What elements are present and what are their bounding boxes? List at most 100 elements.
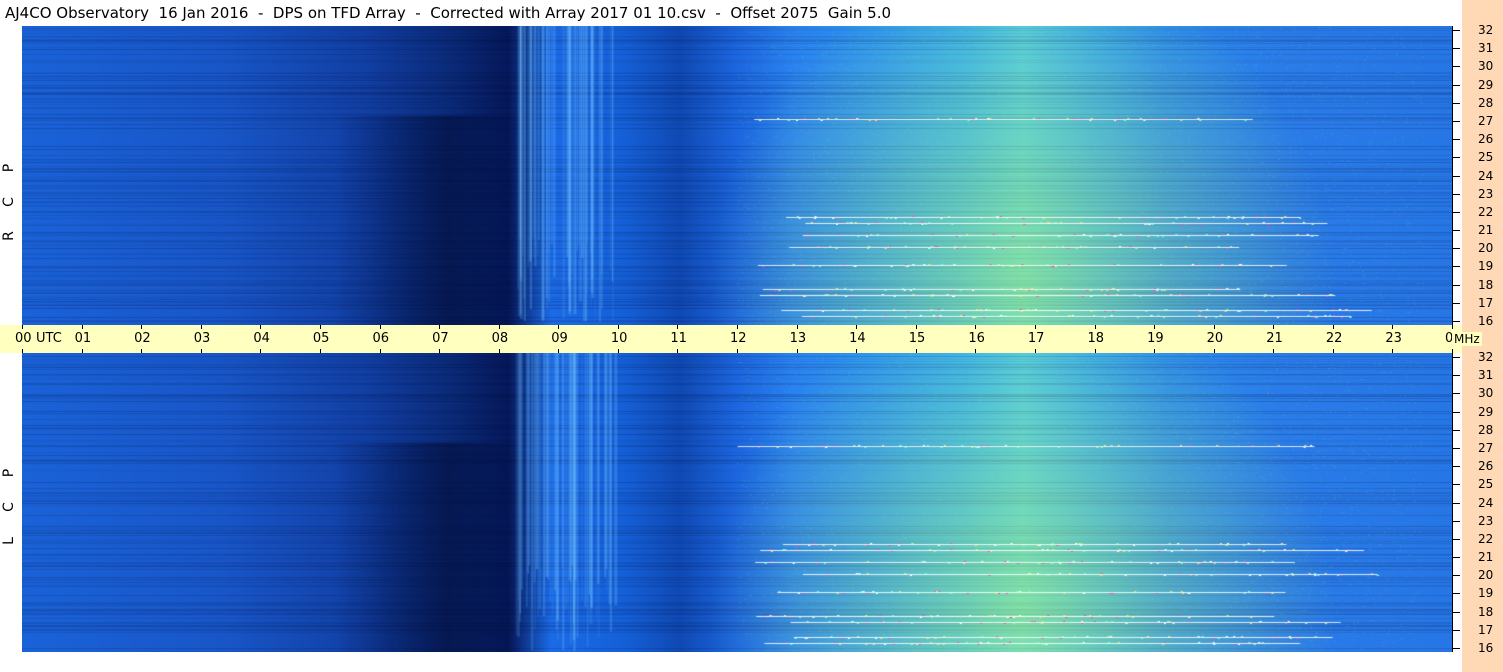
time-tick-mark: [796, 325, 798, 329]
time-tick-mark: [915, 325, 917, 329]
rcp-letter-r: R: [1, 231, 17, 241]
time-tick-label: 10: [610, 331, 628, 346]
freq-tick-label: 24: [1478, 168, 1494, 183]
freq-tick-mark: [1452, 193, 1460, 195]
lcp-label-strip: P C L: [0, 353, 22, 652]
freq-tick-label: 28: [1478, 95, 1494, 110]
freq-tick-mark: [1452, 629, 1460, 631]
freq-tick-label: 28: [1478, 422, 1494, 437]
time-tick-mark: [617, 325, 619, 329]
time-tick-mark: [22, 325, 23, 329]
time-tick-label: 15: [908, 331, 926, 346]
time-tick-mark: [260, 325, 262, 329]
freq-tick-label: 23: [1478, 186, 1494, 201]
freq-tick-mark: [1452, 175, 1460, 177]
freq-tick-mark: [1452, 321, 1460, 322]
time-tick-label: 22: [1325, 331, 1343, 346]
freq-tick-label: 25: [1478, 477, 1494, 492]
time-tick-mark: [975, 325, 977, 329]
freq-tick-label: 16: [1478, 314, 1494, 328]
time-tick-label: 17: [1027, 331, 1045, 346]
freq-tick-label: 27: [1478, 440, 1494, 455]
freq-tick-mark: [1452, 520, 1460, 522]
time-tick-label: 11: [670, 331, 687, 346]
rcp-letter-p: P: [1, 163, 17, 173]
time-tick-label: 21: [1266, 331, 1283, 346]
freq-tick-label: 29: [1478, 77, 1494, 92]
time-tick-mark: [737, 325, 738, 329]
freq-tick-mark: [1452, 157, 1460, 159]
time-tick-mark: [1094, 325, 1096, 329]
time-tick-mark: [1392, 325, 1394, 329]
freq-tick-label: 25: [1478, 150, 1494, 165]
freq-tick-label: 30: [1478, 386, 1494, 401]
freq-tick-mark: [1452, 466, 1460, 468]
freq-tick-label: 20: [1478, 568, 1494, 583]
freq-tick-label: 31: [1478, 368, 1494, 383]
freq-tick-label: 17: [1478, 295, 1494, 310]
freq-tick-label: 18: [1478, 277, 1494, 292]
freq-tick-label: 32: [1478, 350, 1494, 364]
freq-tick-mark: [1452, 557, 1460, 559]
mhz-label: MHz: [1452, 332, 1482, 346]
time-tick-label: 03: [193, 331, 211, 346]
time-tick-mark: [677, 325, 679, 329]
time-tick-mark: [319, 325, 321, 329]
rcp-label-strip: P C R: [0, 26, 22, 325]
time-tick-mark: [1154, 325, 1156, 329]
time-tick-label: 04: [253, 331, 270, 346]
time-tick-label: 00: [15, 331, 32, 346]
freq-tick-label: 20: [1478, 241, 1494, 256]
time-tick-label: 05: [312, 331, 330, 346]
freq-tick-mark: [1452, 139, 1460, 141]
freq-tick-mark: [1452, 502, 1460, 504]
time-tick-label: 09: [551, 331, 568, 346]
freq-tick-label: 26: [1478, 459, 1494, 474]
freq-tick-mark: [1452, 266, 1460, 268]
time-tick-mark: [379, 325, 381, 329]
rcp-letter-c: C: [1, 197, 17, 207]
freq-tick-label: 21: [1478, 223, 1494, 238]
freq-tick-mark: [1452, 211, 1460, 213]
freq-tick-mark: [1452, 48, 1460, 50]
time-tick-mark: [141, 325, 143, 329]
freq-tick-mark: [1452, 611, 1460, 613]
time-tick-label: 18: [1087, 331, 1105, 346]
time-tick-label: 14: [849, 331, 866, 346]
freq-tick-label: 19: [1478, 586, 1494, 601]
freq-tick-label: 27: [1478, 113, 1494, 128]
freq-tick-mark: [1452, 248, 1460, 250]
time-tick-mark: [498, 325, 500, 329]
lcp-letter-l: L: [1, 537, 17, 545]
freq-tick-label: 31: [1478, 41, 1494, 56]
time-tick-label: 01: [74, 331, 92, 346]
freq-tick-label: 23: [1478, 513, 1494, 528]
time-tick-label: 12: [730, 331, 747, 346]
time-tick-mark: [1452, 325, 1453, 329]
time-tick-mark: [1273, 325, 1275, 329]
freq-tick-mark: [1452, 84, 1460, 86]
time-tick-label: 13: [789, 331, 807, 346]
freq-tick-mark: [1452, 120, 1460, 122]
freq-tick-mark: [1452, 648, 1460, 649]
time-tick-mark: [1213, 325, 1215, 329]
lcp-spectrogram: [22, 353, 1452, 652]
freq-tick-label: 24: [1478, 495, 1494, 510]
chart-title: AJ4CO Observatory 16 Jan 2016 - DPS on T…: [0, 0, 1462, 26]
freq-tick-mark: [1452, 302, 1460, 304]
time-axis: 00 01 02 03 04 05 06 07 08 09 10 11 12 13 14 15 16 17 18 19…: [0, 325, 1462, 353]
time-tick-label: 02: [134, 331, 151, 346]
freq-tick-mark: [1452, 484, 1460, 486]
freq-tick-mark: [1452, 429, 1460, 431]
time-tick-label: 07: [432, 331, 449, 346]
time-tick-mark: [200, 325, 202, 329]
time-tick-label: 16: [968, 331, 985, 346]
freq-tick-label: 18: [1478, 604, 1494, 619]
freq-tick-mark: [1452, 393, 1460, 395]
time-tick-mark: [856, 325, 858, 329]
rcp-spectrogram: [22, 26, 1452, 325]
freq-tick-mark: [1452, 575, 1460, 577]
freq-tick-mark: [1452, 102, 1460, 104]
time-tick-mark: [1034, 325, 1036, 329]
freq-tick-label: 30: [1478, 59, 1494, 74]
